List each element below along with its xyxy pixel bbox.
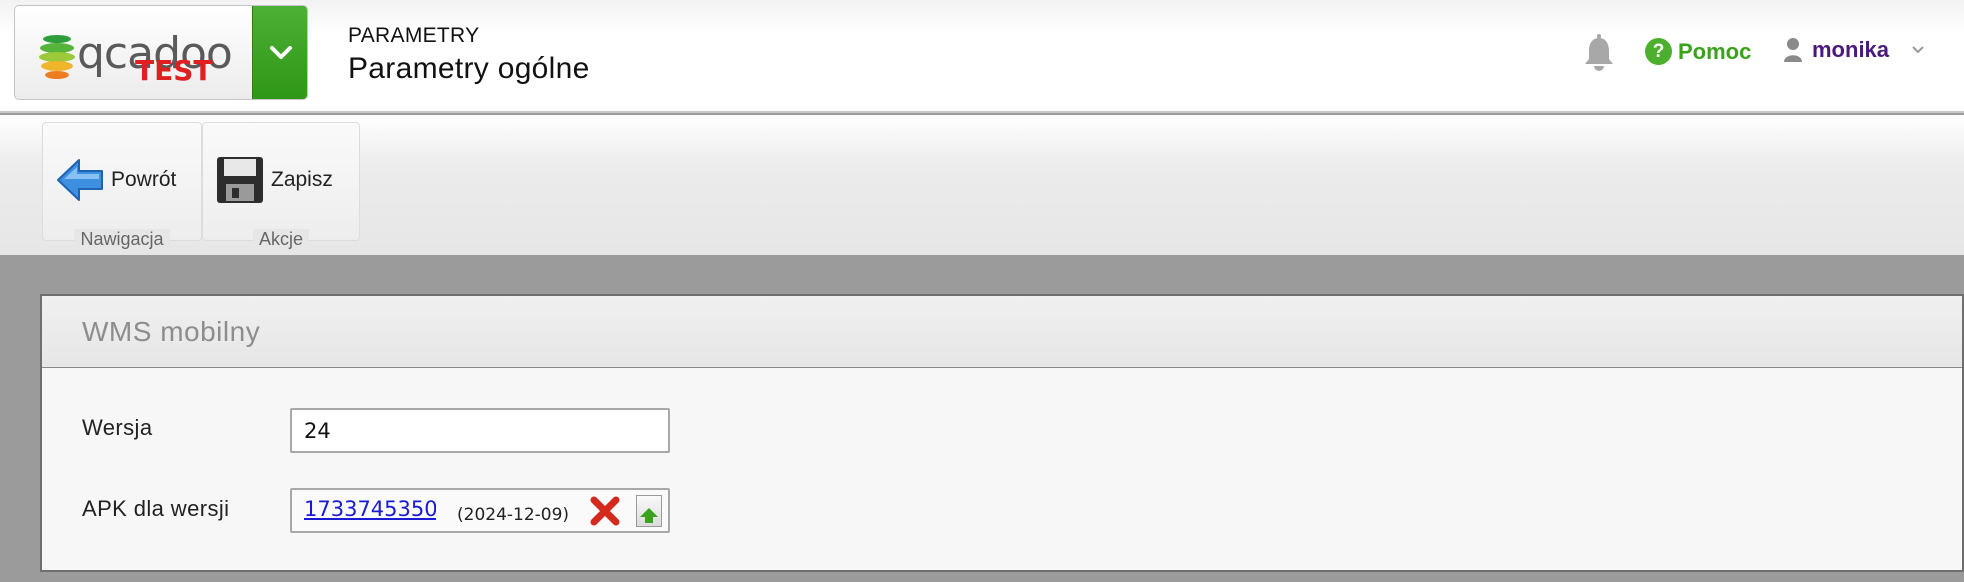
notifications-bell-icon[interactable] xyxy=(1583,34,1615,74)
panel-header xyxy=(42,296,1962,368)
ribbon-group-actions: Zapisz Akcje xyxy=(202,122,360,249)
help-label: Pomoc xyxy=(1678,38,1752,64)
help-link[interactable]: ? Pomoc xyxy=(1645,38,1751,65)
back-button-label: Powrót xyxy=(111,168,177,191)
floppy-disk-icon xyxy=(217,157,263,203)
main-menu-dropdown-button[interactable] xyxy=(252,6,307,99)
wms-mobile-panel: WMS mobilny Wersja APK dla wersji 173374… xyxy=(40,294,1964,572)
ribbon-toolbar: Powrót Nawigacja Zapisz Akcje xyxy=(0,115,1964,255)
ribbon-group-caption: Akcje xyxy=(252,229,309,249)
ribbon-group-navigation: Powrót Nawigacja xyxy=(42,122,202,249)
user-menu[interactable]: monika xyxy=(1782,36,1925,64)
back-arrow-icon xyxy=(57,159,103,201)
version-input[interactable] xyxy=(290,408,670,453)
user-name: monika xyxy=(1812,37,1890,62)
chevron-down-icon xyxy=(270,45,292,59)
save-button-label: Zapisz xyxy=(271,168,333,191)
apk-file-date: (2024-12-09) xyxy=(457,505,570,525)
top-header: qcadoo TEST PARAMETRY Parametry ogólne ?… xyxy=(0,0,1964,113)
chevron-down-icon xyxy=(1912,46,1924,54)
header-titles: PARAMETRY Parametry ogólne xyxy=(348,24,590,86)
upload-file-button[interactable] xyxy=(636,495,662,527)
delete-file-icon[interactable] xyxy=(588,494,622,528)
help-question-icon: ? xyxy=(1645,38,1672,65)
app-logo-menu[interactable]: qcadoo TEST xyxy=(14,5,308,100)
apk-label: APK dla wersji xyxy=(82,496,230,521)
ribbon-group-caption: Nawigacja xyxy=(74,229,170,249)
version-label: Wersja xyxy=(82,415,153,440)
user-icon xyxy=(1784,38,1802,62)
apk-file-link[interactable]: 1733745350 xyxy=(304,497,436,521)
panel-title: WMS mobilny xyxy=(82,316,261,347)
apk-file-field: 1733745350 (2024-12-09) xyxy=(290,488,670,533)
page-title: Parametry ogólne xyxy=(348,52,590,85)
logo-edition-text: TEST xyxy=(135,54,213,87)
back-button[interactable]: Powrót xyxy=(43,153,176,207)
save-button[interactable]: Zapisz xyxy=(203,153,333,207)
upload-arrow-icon xyxy=(640,508,658,523)
breadcrumb-section: PARAMETRY xyxy=(348,24,480,47)
qcadoo-logo-icon xyxy=(39,35,75,79)
